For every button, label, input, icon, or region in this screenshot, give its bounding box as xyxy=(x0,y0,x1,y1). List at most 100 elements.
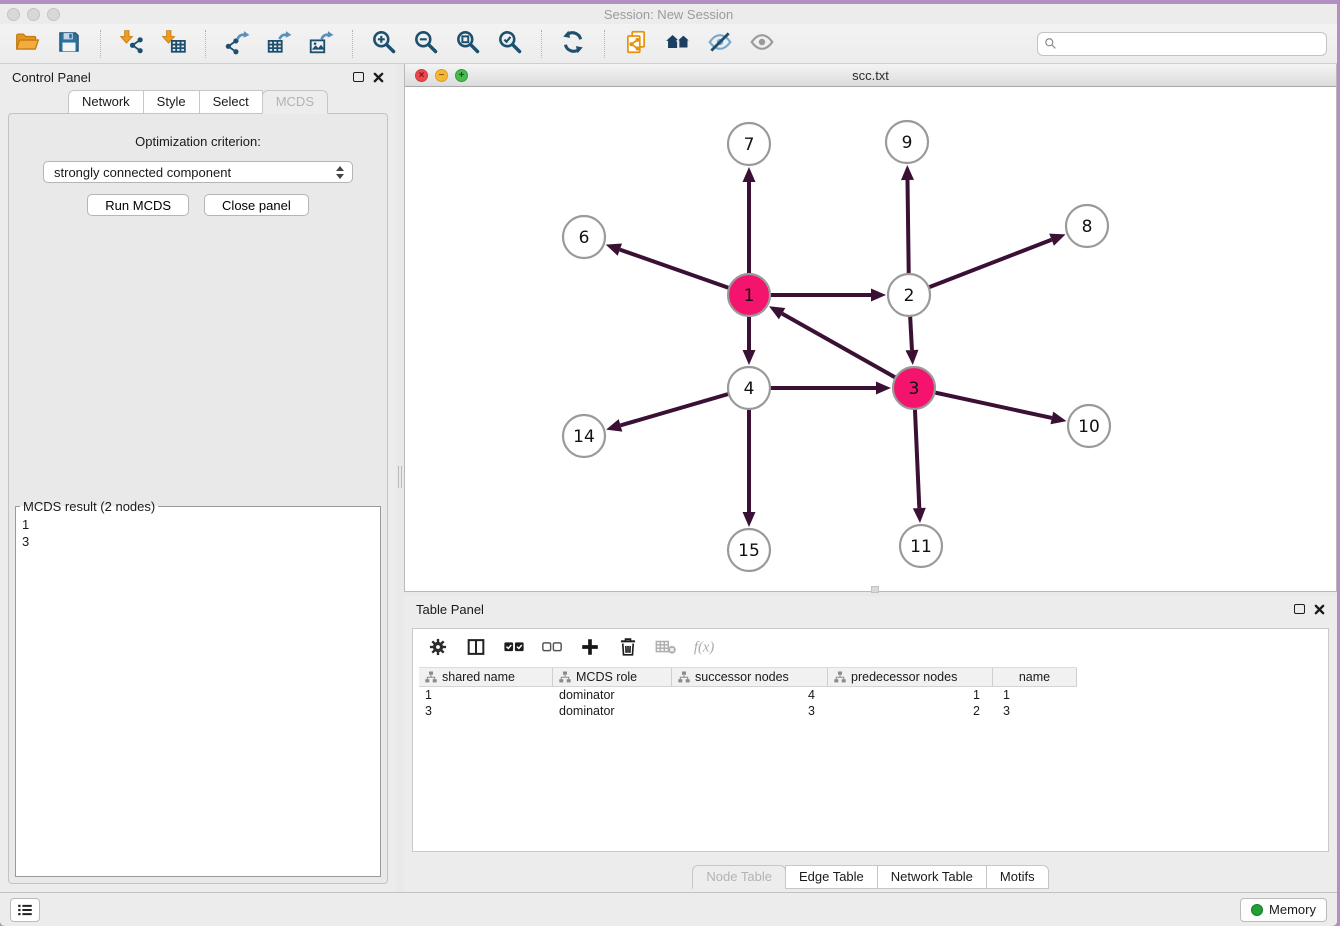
delete-button[interactable] xyxy=(617,637,639,659)
table-row[interactable]: 1dominator411 xyxy=(419,687,1328,703)
tab-edge-table[interactable]: Edge Table xyxy=(785,865,878,889)
copy-network-button[interactable] xyxy=(619,29,653,59)
zoom-fit-button[interactable] xyxy=(451,29,485,59)
graph-node-label: 4 xyxy=(744,379,755,399)
hide-selected-button[interactable] xyxy=(703,29,737,59)
network-canvas[interactable]: 7 9 6 8 1 2 4 3 14 10 15 11 xyxy=(405,87,1336,591)
export-network-icon xyxy=(224,29,250,58)
task-history-button[interactable] xyxy=(10,898,40,922)
table-row[interactable]: 3dominator323 xyxy=(419,703,1328,719)
export-table-button[interactable] xyxy=(262,29,296,59)
select-all-button[interactable] xyxy=(503,637,525,659)
export-table-icon xyxy=(266,29,292,58)
tab-motifs[interactable]: Motifs xyxy=(986,865,1049,889)
splitter-grip-h[interactable] xyxy=(871,586,879,593)
tab-node-table[interactable]: Node Table xyxy=(692,865,786,889)
memory-button[interactable]: Memory xyxy=(1240,898,1327,922)
column-header[interactable]: successor nodes xyxy=(672,668,828,686)
status-bar: Memory xyxy=(0,892,1337,926)
copy-network-icon xyxy=(623,29,649,58)
minimize-network-button[interactable]: − xyxy=(435,69,448,82)
graph-node[interactable]: 4 xyxy=(728,367,770,409)
graph-node[interactable]: 10 xyxy=(1068,405,1110,447)
zoom-selected-button[interactable] xyxy=(493,29,527,59)
close-panel-button[interactable]: Close panel xyxy=(204,194,309,216)
graph-node[interactable]: 1 xyxy=(728,274,770,316)
zoom-out-button[interactable] xyxy=(409,29,443,59)
export-network-button[interactable] xyxy=(220,29,254,59)
zoom-window-button[interactable] xyxy=(47,8,60,21)
zoom-fit-icon xyxy=(455,29,481,58)
save-icon xyxy=(56,29,82,58)
control-panel-header: Control Panel xyxy=(0,64,396,90)
table-settings-button[interactable] xyxy=(427,637,449,659)
column-header[interactable]: MCDS role xyxy=(553,668,672,686)
tab-select[interactable]: Select xyxy=(199,90,263,114)
export-image-icon xyxy=(308,29,334,58)
panel-splitter[interactable] xyxy=(396,64,404,892)
maximize-network-button[interactable]: + xyxy=(455,69,468,82)
show-columns-button[interactable] xyxy=(465,637,487,659)
splitter-grip[interactable] xyxy=(398,466,402,488)
tab-network[interactable]: Network xyxy=(68,90,144,114)
tab-mcds[interactable]: MCDS xyxy=(262,90,328,114)
graph-node[interactable]: 11 xyxy=(900,525,942,567)
graph-node[interactable]: 15 xyxy=(728,529,770,571)
close-panel-icon[interactable] xyxy=(373,72,384,83)
network-window-title: scc.txt xyxy=(405,68,1336,83)
zoom-in-button[interactable] xyxy=(367,29,401,59)
mcds-result-item[interactable]: 1 xyxy=(22,516,367,533)
graph-node[interactable]: 3 xyxy=(893,367,935,409)
tab-network-table[interactable]: Network Table xyxy=(877,865,987,889)
column-header[interactable]: shared name xyxy=(419,668,553,686)
toolbar-separator xyxy=(604,30,605,58)
run-mcds-button[interactable]: Run MCDS xyxy=(87,194,189,216)
graph-node[interactable]: 8 xyxy=(1066,205,1108,247)
mcds-result-group: MCDS result (2 nodes) 13 xyxy=(15,499,381,877)
search-field[interactable] xyxy=(1037,32,1327,56)
graph-edge[interactable] xyxy=(909,240,1052,295)
graph-node[interactable]: 9 xyxy=(886,121,928,163)
optimization-select[interactable]: strongly connected component xyxy=(43,161,353,183)
graph-node[interactable]: 7 xyxy=(728,123,770,165)
minimize-window-button[interactable] xyxy=(27,8,40,21)
close-window-button[interactable] xyxy=(7,8,20,21)
network-graph[interactable]: 7 9 6 8 1 2 4 3 14 10 15 11 xyxy=(405,87,1336,591)
table-panel-header: Table Panel xyxy=(404,596,1337,622)
unselect-all-button[interactable] xyxy=(541,637,563,659)
clear-table-button xyxy=(655,637,677,659)
show-all-button xyxy=(745,29,779,59)
tab-style[interactable]: Style xyxy=(143,90,200,114)
mcds-result-item[interactable]: 3 xyxy=(22,533,367,550)
float-panel-icon[interactable] xyxy=(353,72,364,82)
column-header[interactable]: name xyxy=(993,668,1077,686)
refresh-button[interactable] xyxy=(556,29,590,59)
import-network-button[interactable] xyxy=(115,29,149,59)
graph-node[interactable]: 6 xyxy=(563,216,605,258)
search-input[interactable] xyxy=(1061,36,1320,51)
graph-node[interactable]: 14 xyxy=(563,415,605,457)
control-panel-title: Control Panel xyxy=(12,70,91,85)
graph-node[interactable]: 2 xyxy=(888,274,930,316)
import-table-button[interactable] xyxy=(157,29,191,59)
refresh-icon xyxy=(560,29,586,58)
clear-table-icon xyxy=(655,636,677,661)
mcds-result-list[interactable]: 13 xyxy=(16,514,367,516)
add-row-button[interactable] xyxy=(579,637,601,659)
column-header[interactable]: predecessor nodes xyxy=(828,668,993,686)
table-cell: 3 xyxy=(672,703,828,719)
first-neighbors-button[interactable] xyxy=(661,29,695,59)
close-network-button[interactable]: × xyxy=(415,69,428,82)
open-session-button[interactable] xyxy=(10,29,44,59)
tree-icon xyxy=(559,671,571,683)
network-table-splitter[interactable] xyxy=(404,592,1337,596)
graph-node-label: 1 xyxy=(744,286,755,306)
right-column: × − + scc.txt 7 9 6 8 1 2 4 xyxy=(404,64,1337,892)
save-session-button[interactable] xyxy=(52,29,86,59)
float-table-panel-icon[interactable] xyxy=(1294,604,1305,614)
close-table-panel-icon[interactable] xyxy=(1314,604,1325,615)
graph-node-label: 2 xyxy=(904,286,915,306)
graph-edge[interactable] xyxy=(782,314,914,388)
export-image-button[interactable] xyxy=(304,29,338,59)
network-window-titlebar: × − + scc.txt xyxy=(405,64,1336,87)
